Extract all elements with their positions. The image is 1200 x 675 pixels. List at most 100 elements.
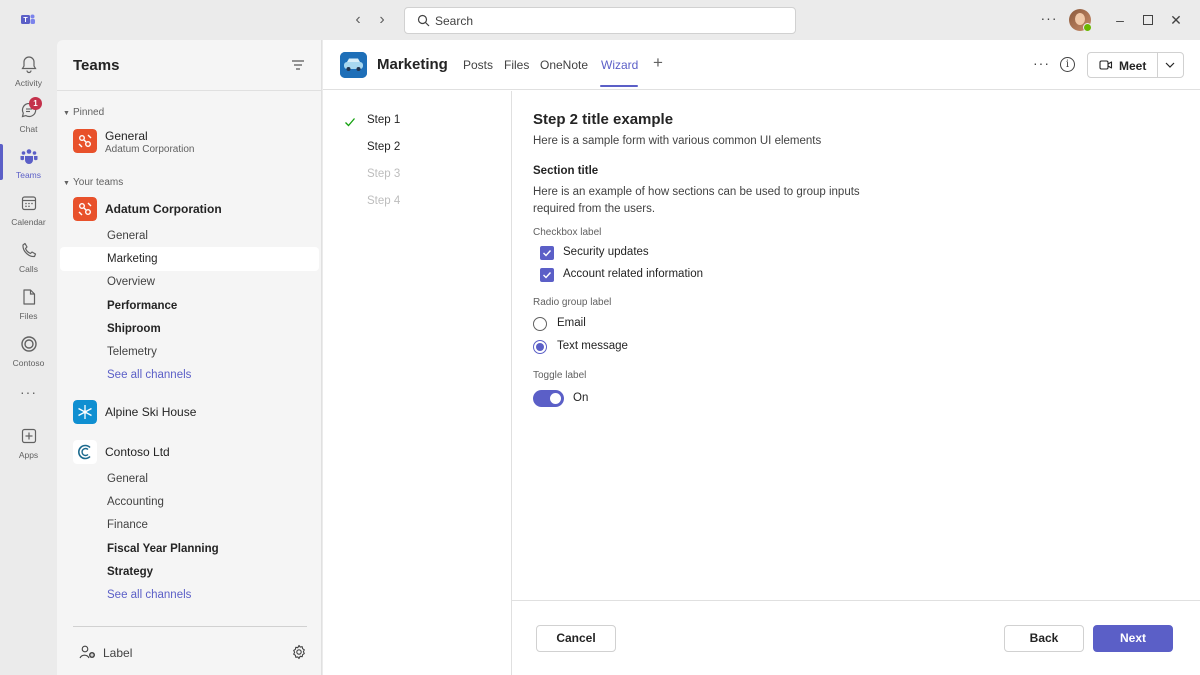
team-name: Contoso Ltd — [105, 445, 170, 459]
title-bar: T ‹ › ··· – ✕ — [0, 0, 1200, 40]
search-input[interactable] — [435, 12, 785, 30]
tab-onenote[interactable]: OneNote — [540, 58, 588, 72]
chevron-down-icon[interactable] — [1163, 58, 1177, 72]
more-apps-icon: ··· — [20, 384, 37, 400]
add-tab-icon[interactable]: + — [653, 54, 663, 72]
rail-item-calendar[interactable]: Calendar — [0, 187, 57, 233]
next-button[interactable]: Next — [1093, 625, 1173, 652]
checkmark-icon — [543, 272, 552, 279]
notification-badge: 1 — [29, 97, 42, 110]
checkbox[interactable] — [540, 268, 554, 282]
meet-button[interactable]: Meet — [1087, 52, 1184, 78]
radio-label: Email — [557, 317, 586, 329]
calendar-icon — [21, 196, 37, 211]
checkbox-label: Account related information — [563, 268, 703, 280]
forward-arrow-icon[interactable]: › — [374, 12, 390, 28]
team-name: Adatum Corporation — [105, 202, 222, 216]
team-alpine-ski-house[interactable]: Alpine Ski House — [73, 400, 318, 428]
checkmark-icon — [345, 118, 355, 127]
cancel-button[interactable]: Cancel — [536, 625, 616, 652]
more-options-icon[interactable]: ··· — [1040, 11, 1058, 29]
close-icon[interactable]: ✕ — [1168, 12, 1184, 28]
your-teams-section-header[interactable]: ▼ Your teams — [63, 177, 123, 188]
rail-item-teams[interactable]: Teams — [0, 140, 57, 186]
channel-telemetry[interactable]: Telemetry — [107, 346, 157, 358]
presence-available-icon — [1083, 23, 1092, 32]
tab-posts[interactable]: Posts — [463, 58, 493, 72]
filter-icon[interactable] — [291, 58, 305, 72]
rail-label: Contoso — [12, 358, 45, 368]
team-adatum-corporation[interactable]: Adatum Corporation — [73, 197, 318, 225]
divider — [57, 90, 322, 91]
channel-fiscal-year-planning[interactable]: Fiscal Year Planning — [107, 543, 219, 555]
tab-wizard[interactable]: Wizard — [601, 58, 638, 72]
people-add-icon — [79, 645, 95, 659]
phone-icon — [22, 242, 37, 258]
alpine-team-icon — [73, 400, 97, 424]
teams-logo-icon: T — [21, 14, 35, 24]
rail-label: Calendar — [11, 217, 46, 227]
channel-avatar-icon — [340, 52, 367, 78]
svg-text:T: T — [23, 17, 28, 24]
video-camera-icon — [1099, 60, 1113, 70]
radio-button[interactable] — [533, 340, 547, 354]
channel-performance[interactable]: Performance — [107, 300, 177, 312]
section-title: Section title — [533, 165, 599, 177]
rail-item-calls[interactable]: Calls — [0, 234, 57, 280]
toggle-switch[interactable] — [533, 390, 564, 407]
see-all-channels-link[interactable]: See all channels — [107, 589, 191, 601]
channel-overview[interactable]: Overview — [107, 276, 155, 288]
bottom-label: Label — [103, 646, 133, 660]
channel-general[interactable]: General — [107, 473, 148, 485]
channel-title: Marketing — [377, 56, 448, 73]
maximize-icon[interactable] — [1140, 12, 1156, 28]
step-2[interactable]: Step 2 — [367, 141, 400, 153]
checkbox[interactable] — [540, 246, 554, 260]
checkbox-label: Security updates — [563, 246, 649, 258]
rail-item-more[interactable]: ··· — [0, 376, 57, 422]
step-1[interactable]: Step 1 — [367, 114, 400, 126]
channel-strategy[interactable]: Strategy — [107, 566, 153, 578]
add-app-icon — [21, 428, 37, 444]
channel-header: Marketing Posts Files OneNote Wizard + ·… — [323, 40, 1200, 90]
see-all-channels-link[interactable]: See all channels — [107, 369, 191, 381]
channel-finance[interactable]: Finance — [107, 519, 148, 531]
channel-accounting[interactable]: Accounting — [107, 496, 164, 508]
rail-item-activity[interactable]: Activity — [0, 48, 57, 94]
tab-files[interactable]: Files — [504, 58, 529, 72]
app-rail: Activity 1 Chat Teams Calendar Calls Fil… — [0, 40, 57, 675]
rail-item-files[interactable]: Files — [0, 281, 57, 327]
section-description: Here is an example of how sections can b… — [533, 186, 860, 215]
back-button[interactable]: Back — [1004, 625, 1084, 652]
file-icon — [23, 289, 36, 305]
back-arrow-icon[interactable]: ‹ — [350, 12, 366, 28]
teams-icon — [20, 149, 38, 164]
pinned-channel-name: General — [105, 129, 148, 143]
rail-item-apps[interactable]: Apps — [0, 420, 57, 466]
pinned-section-header[interactable]: ▼ Pinned — [63, 107, 104, 118]
adatum-team-icon — [73, 197, 97, 221]
gear-icon[interactable] — [291, 644, 307, 660]
caret-down-icon: ▼ — [63, 180, 70, 187]
radio-button[interactable] — [533, 317, 547, 331]
radio-group-label: Radio group label — [533, 297, 612, 308]
teams-panel: Teams ▼ Pinned General Adatum Corporation… — [57, 40, 322, 675]
rail-item-chat[interactable]: 1 Chat — [0, 94, 57, 140]
rail-label: Apps — [18, 450, 39, 460]
channel-general[interactable]: General — [107, 230, 148, 242]
minimize-icon[interactable]: – — [1112, 12, 1128, 28]
rail-item-contoso[interactable]: Contoso — [0, 328, 57, 374]
team-name: Alpine Ski House — [105, 405, 197, 419]
team-contoso-ltd[interactable]: Contoso Ltd — [73, 440, 318, 468]
info-icon[interactable]: i — [1060, 57, 1075, 72]
pinned-channel-general[interactable]: General Adatum Corporation — [73, 129, 318, 157]
channel-marketing[interactable]: Marketing — [107, 253, 158, 265]
meet-label: Meet — [1119, 59, 1147, 73]
search-box[interactable] — [404, 7, 796, 34]
more-options-icon[interactable]: ··· — [1033, 56, 1050, 70]
main-content: Marketing Posts Files OneNote Wizard + ·… — [323, 40, 1200, 675]
join-create-team[interactable]: Label — [79, 644, 309, 664]
step-4: Step 4 — [367, 195, 401, 207]
channel-shiproom[interactable]: Shiproom — [107, 323, 161, 335]
radio-label: Text message — [557, 340, 628, 352]
